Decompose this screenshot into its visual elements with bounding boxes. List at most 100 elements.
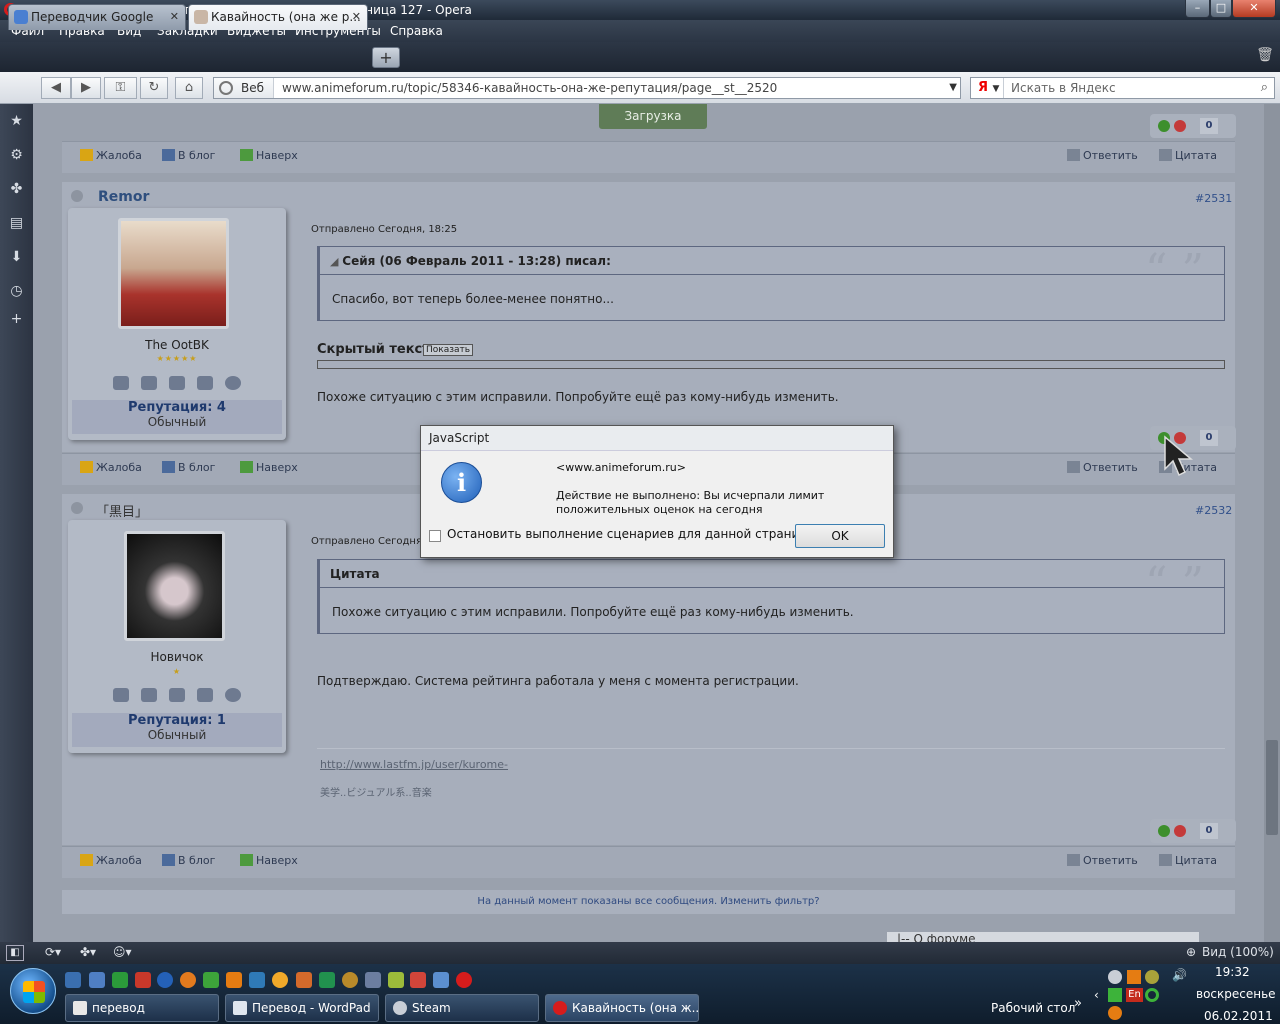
tray-steam-icon[interactable] xyxy=(1108,970,1122,984)
taskbar-item-wordpad[interactable]: Перевод - WordPad xyxy=(225,994,379,1022)
friend-icon[interactable] xyxy=(169,688,185,702)
trash-icon[interactable]: 🗑 xyxy=(1255,47,1275,67)
avatar[interactable] xyxy=(118,218,229,329)
close-button[interactable]: ✕ xyxy=(1232,0,1276,18)
clock-time[interactable]: 19:32 xyxy=(1215,965,1250,979)
quicklaunch-app-icon[interactable] xyxy=(433,972,449,988)
filter-bar[interactable]: На данный момент показаны все сообщения.… xyxy=(62,890,1235,914)
forum-jump-select[interactable]: |-- О форуме xyxy=(887,932,1199,942)
zoom-icon[interactable]: ⊕ xyxy=(1186,945,1196,959)
quicklaunch-excel-icon[interactable] xyxy=(112,972,128,988)
tray-expand-icon[interactable]: ‹ xyxy=(1094,988,1099,1002)
history-panel-icon[interactable]: ◷ xyxy=(7,282,26,301)
widgets-panel-icon[interactable]: ⚙ xyxy=(7,146,26,165)
yandex-engine-button[interactable]: Я ▼ xyxy=(971,78,1004,98)
chevron-right-icon[interactable]: » xyxy=(1074,996,1082,1011)
address-bar[interactable]: Веб www.animeforum.ru/topic/58346-кавайн… xyxy=(213,77,961,99)
desktop-toolbar-label[interactable]: Рабочий стол xyxy=(991,1001,1075,1015)
widgets-status-icon[interactable]: ☺▾ xyxy=(113,945,132,959)
quicklaunch-app-icon[interactable] xyxy=(319,972,335,988)
message-icon[interactable] xyxy=(141,688,157,702)
signature-link[interactable]: http://www.lastfm.jp/user/kurome- xyxy=(320,758,508,771)
load-button[interactable]: Загрузка xyxy=(599,104,707,129)
report-button[interactable]: Жалоба xyxy=(80,854,142,867)
quicklaunch-app-icon[interactable] xyxy=(296,972,312,988)
panel-toggle-icon[interactable]: ◧ xyxy=(6,945,24,961)
quicklaunch-app-icon[interactable] xyxy=(272,972,288,988)
report-button[interactable]: Жалоба xyxy=(80,149,142,162)
tray-app-icon[interactable] xyxy=(1127,970,1141,984)
post-number[interactable]: #2531 xyxy=(1195,192,1232,205)
blog-button[interactable]: В блог xyxy=(162,461,215,474)
quicklaunch-app-icon[interactable] xyxy=(226,972,242,988)
tab-google-translate[interactable]: Переводчик Google ✕ xyxy=(8,4,186,30)
quicklaunch-app-icon[interactable] xyxy=(410,972,426,988)
blog-button[interactable]: В блог xyxy=(162,149,215,162)
search-placeholder[interactable]: Искать в Яндекс xyxy=(1011,78,1116,98)
chevron-down-icon[interactable]: ▼ xyxy=(949,78,957,98)
avatar[interactable] xyxy=(124,531,225,641)
quicklaunch-explorer-icon[interactable] xyxy=(65,972,81,988)
top-button[interactable]: Наверх xyxy=(240,149,298,162)
wand-key-button[interactable]: ⚿ xyxy=(104,77,137,99)
quote-button[interactable]: Цитата xyxy=(1159,149,1217,162)
blog-button[interactable]: В блог xyxy=(162,854,215,867)
maximize-button[interactable]: □ xyxy=(1210,0,1232,18)
web-badge[interactable]: Веб xyxy=(214,78,274,98)
stop-scripts-checkbox[interactable] xyxy=(429,530,441,542)
new-tab-button[interactable]: + xyxy=(372,47,400,68)
taskbar-item-steam[interactable]: Steam xyxy=(385,994,539,1022)
stop-scripts-label[interactable]: Остановить выполнение сценариев для данн… xyxy=(447,527,817,541)
profile-icon[interactable] xyxy=(113,688,129,702)
start-button[interactable] xyxy=(10,968,56,1014)
post-author[interactable]: 「黒目」 xyxy=(96,501,148,520)
quicklaunch-app-icon[interactable] xyxy=(135,972,151,988)
quicklaunch-opera-icon[interactable] xyxy=(456,972,472,988)
vote-minus-icon[interactable] xyxy=(1174,120,1186,132)
add-panel-icon[interactable]: + xyxy=(7,310,26,329)
menu-help[interactable]: Справка xyxy=(390,24,443,38)
notes-panel-icon[interactable]: ▤ xyxy=(7,214,26,233)
vote-plus-icon[interactable] xyxy=(1158,120,1170,132)
profile-icon[interactable] xyxy=(113,376,129,390)
tray-shield-icon[interactable] xyxy=(1108,988,1122,1002)
quicklaunch-usb-icon[interactable] xyxy=(365,972,381,988)
quicklaunch-app-icon[interactable] xyxy=(388,972,404,988)
taskbar-item-opera[interactable]: Кавайность (она ж... xyxy=(545,994,699,1022)
post-author[interactable]: Remor xyxy=(98,189,149,205)
quote-button[interactable]: Цитата xyxy=(1159,854,1217,867)
top-button[interactable]: Наверх xyxy=(240,854,298,867)
quicklaunch-firefox-icon[interactable] xyxy=(180,972,196,988)
scrollbar-thumb[interactable] xyxy=(1266,740,1278,835)
search-box[interactable]: Я ▼ Искать в Яндекс ⌕ xyxy=(970,77,1275,99)
quicklaunch-c-icon[interactable] xyxy=(157,972,173,988)
taskbar-item-translate[interactable]: перевод xyxy=(65,994,219,1022)
language-indicator[interactable]: En xyxy=(1126,988,1143,1002)
ok-button[interactable]: OK xyxy=(795,524,885,548)
clock-day[interactable]: воскресенье xyxy=(1196,987,1276,1001)
zoom-level[interactable]: Вид (100%) xyxy=(1202,945,1274,959)
quicklaunch-utorrent-icon[interactable] xyxy=(203,972,219,988)
home-button[interactable]: ⌂ xyxy=(175,77,203,99)
tab-close-icon[interactable]: ✕ xyxy=(170,5,179,29)
turbo-icon[interactable]: ⟳▾ xyxy=(45,945,61,959)
info-icon[interactable] xyxy=(225,376,241,390)
friend-icon[interactable] xyxy=(169,376,185,390)
minimize-button[interactable]: – xyxy=(1185,0,1210,18)
tray-icq-icon[interactable] xyxy=(1145,988,1159,1002)
reply-button[interactable]: Ответить xyxy=(1067,149,1138,162)
top-button[interactable]: Наверх xyxy=(240,461,298,474)
vote-plus-icon[interactable] xyxy=(1158,825,1170,837)
address-url[interactable]: www.animeforum.ru/topic/58346-кавайность… xyxy=(282,78,777,98)
post-number[interactable]: #2532 xyxy=(1195,504,1232,517)
tray-app-icon[interactable] xyxy=(1145,970,1159,984)
tray-app-icon[interactable] xyxy=(1108,1006,1122,1020)
downloads-panel-icon[interactable]: ⬇ xyxy=(7,248,26,267)
tab-animeforum[interactable]: Кавайность (она же р... ✕ xyxy=(188,4,368,30)
clock-date[interactable]: 06.02.2011 xyxy=(1204,1009,1273,1023)
reload-button[interactable]: ↻ xyxy=(140,77,168,99)
info-icon[interactable] xyxy=(225,688,241,702)
reply-button[interactable]: Ответить xyxy=(1067,461,1138,474)
bookmarks-panel-icon[interactable]: ★ xyxy=(7,112,26,131)
search-icon[interactable]: ⌕ xyxy=(1261,80,1268,95)
